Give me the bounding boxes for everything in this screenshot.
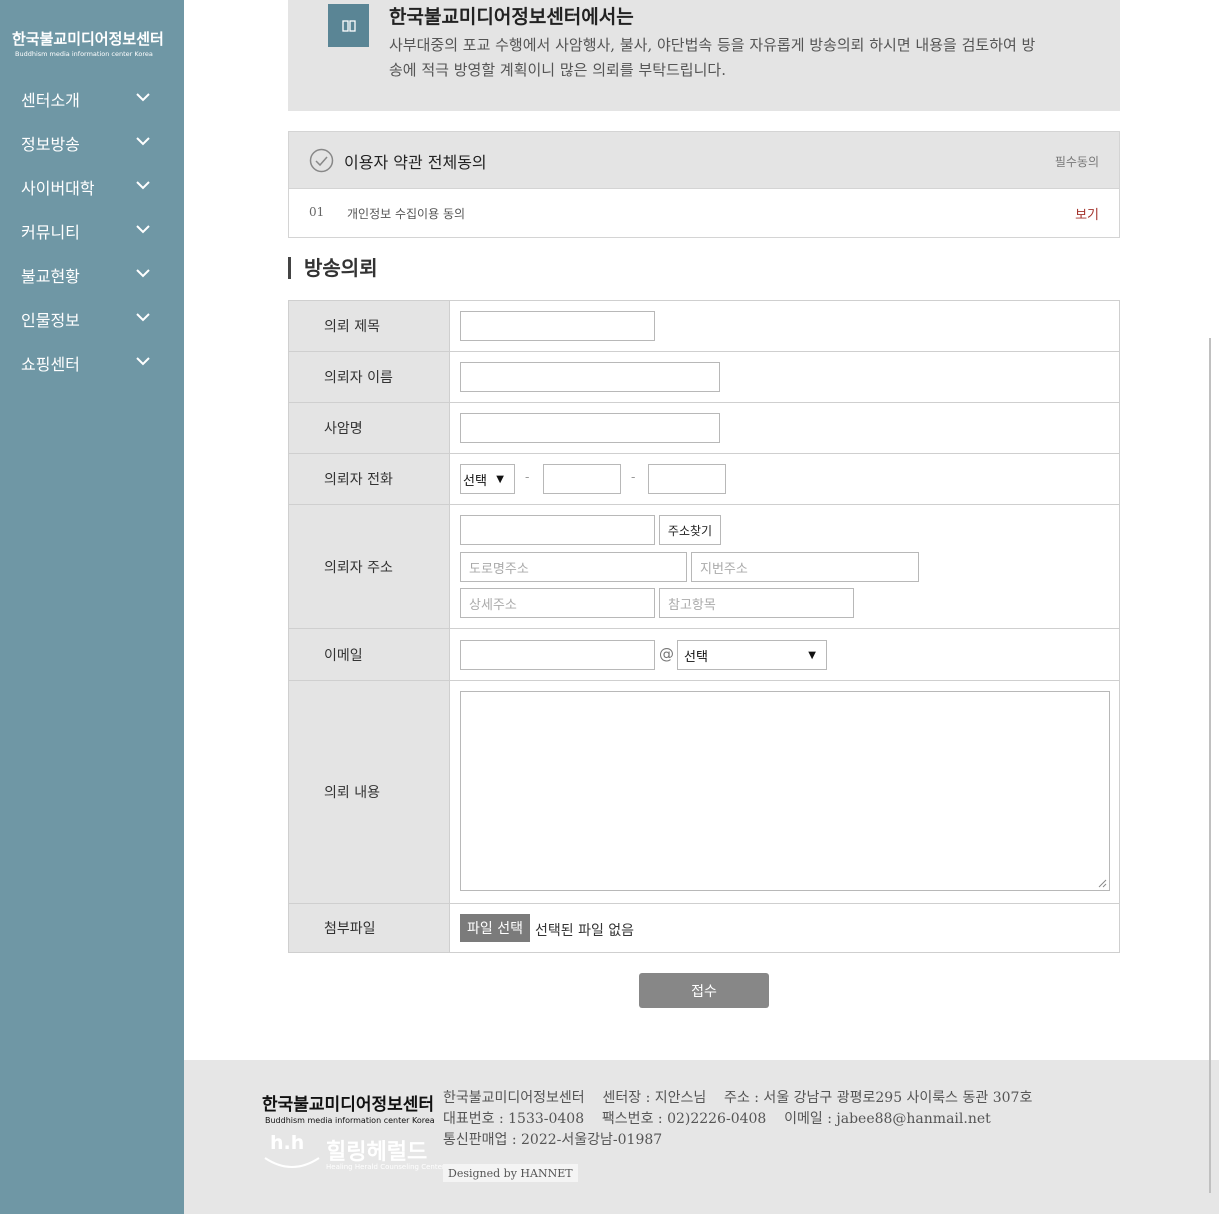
required-badge: 필수동의 — [1054, 155, 1099, 169]
detail-address-input[interactable]: 상세주소 — [460, 588, 655, 618]
footer-info: 한국불교미디어정보센터 센터장 : 지안스님 주소 : 서울 강남구 광평로29… — [443, 1088, 1032, 1151]
logo-korean: 한국불교미디어정보센터 — [12, 30, 164, 48]
chevron-down-icon — [136, 225, 150, 234]
choose-file-button[interactable]: 파일 선택 — [460, 914, 530, 942]
dropdown-arrow-icon: ▼ — [808, 650, 816, 661]
footer-line: 대표번호 : 1533-0408 팩스번호 : 02)2226-0408 이메일… — [443, 1111, 991, 1127]
phone-prefix-select[interactable]: 선택 ▼ — [460, 464, 515, 494]
sidebar: 한국불교미디어정보센터 Buddhism media information c… — [0, 0, 184, 1214]
form-row-email: 이메일 @ 선택 ▼ — [289, 629, 1119, 681]
agree-all-label: 이용자 약관 전체동의 — [344, 153, 487, 172]
file-status: 선택된 파일 없음 — [535, 923, 635, 939]
section-title: 방송의뢰 — [288, 257, 378, 279]
nav-item-people[interactable]: 인물정보 — [0, 297, 184, 341]
nav-item-label: 정보방송 — [21, 135, 80, 154]
phone-last-input[interactable] — [648, 464, 726, 494]
form-row-content: 의뢰 내용 — [289, 681, 1119, 904]
intro-text: 사부대중의 포교 수행에서 사암행사, 불사, 야단법속 등을 자유롭게 방송의… — [389, 36, 1036, 79]
logo-english: Buddhism media information center Korea — [15, 50, 153, 58]
footer-line: 한국불교미디어정보센터 센터장 : 지안스님 주소 : 서울 강남구 광평로29… — [443, 1090, 1033, 1106]
name-input[interactable] — [460, 362, 720, 392]
agree-item-number: 01 — [309, 205, 325, 219]
chevron-down-icon — [136, 357, 150, 366]
form-row-subject: 의뢰 제목 — [289, 301, 1119, 352]
chevron-down-icon — [136, 93, 150, 102]
intro-box: 한국불교미디어정보센터에서는 사부대중의 포교 수행에서 사암행사, 불사, 야… — [288, 0, 1120, 111]
content-label: 의뢰 내용 — [289, 681, 450, 903]
nav-item-cyber-univ[interactable]: 사이버대학 — [0, 165, 184, 209]
road-address-input[interactable]: 도로명주소 — [460, 552, 687, 582]
email-id-input[interactable] — [460, 640, 655, 670]
nav-item-label: 커뮤니티 — [21, 223, 80, 242]
chevron-down-icon — [136, 181, 150, 190]
scrollbar[interactable] — [1209, 338, 1211, 1193]
resize-handle-icon[interactable] — [1098, 879, 1107, 888]
submit-button[interactable]: 접수 — [639, 973, 769, 1008]
footer-logo: 한국불교미디어정보센터 Buddhism media information c… — [262, 1090, 435, 1125]
subject-input[interactable] — [460, 311, 655, 341]
chevron-down-icon — [136, 313, 150, 322]
nav-item-label: 센터소개 — [21, 91, 80, 110]
agree-item-label: 개인정보 수집이용 동의 — [347, 207, 466, 221]
form-row-file: 첨부파일 파일 선택 선택된 파일 없음 — [289, 904, 1119, 953]
postcode-input[interactable] — [460, 515, 655, 545]
phone-prefix-value: 선택 — [463, 473, 487, 489]
nav-item-community[interactable]: 커뮤니티 — [0, 209, 184, 253]
extra-address-input[interactable]: 참고항목 — [659, 588, 854, 618]
temple-label: 사암명 — [289, 403, 450, 453]
nav-item-center[interactable]: 센터소개 — [0, 77, 184, 121]
content-textarea[interactable] — [460, 691, 1110, 891]
book-icon — [328, 4, 369, 47]
partner-logo: h.h 힐링헤럴드 Healing Herald Counseling Cent… — [262, 1132, 445, 1176]
partner-mark: h.h — [270, 1132, 305, 1154]
nav-item-shop[interactable]: 쇼핑센터 — [0, 341, 184, 385]
nav-item-label: 쇼핑센터 — [21, 355, 80, 374]
nav-item-status[interactable]: 불교현황 — [0, 253, 184, 297]
nav-item-label: 인물정보 — [21, 311, 80, 330]
nav-item-broadcast[interactable]: 정보방송 — [0, 121, 184, 165]
phone-label: 의뢰자 전화 — [289, 454, 450, 504]
email-label: 이메일 — [289, 629, 450, 680]
request-form: 의뢰 제목 의뢰자 이름 사암명 의뢰자 전화 선택 ▼ - - 의뢰자 주소 — [288, 300, 1120, 953]
nav-item-label: 불교현황 — [21, 267, 80, 286]
address-label: 의뢰자 주소 — [289, 505, 450, 628]
footer: 한국불교미디어정보센터 Buddhism media information c… — [184, 1060, 1219, 1214]
partner-name-english: Healing Herald Counseling Center — [326, 1163, 445, 1171]
phone-dash: - — [525, 470, 530, 485]
agree-item-row: 01 개인정보 수집이용 동의 보기 — [289, 189, 1119, 237]
subject-label: 의뢰 제목 — [289, 301, 450, 351]
email-at-sign: @ — [659, 645, 674, 663]
form-row-phone: 의뢰자 전화 선택 ▼ - - — [289, 454, 1119, 505]
chevron-down-icon — [136, 137, 150, 146]
footer-logo-english: Buddhism media information center Korea — [265, 1116, 435, 1125]
partner-name: 힐링헤럴드 — [326, 1140, 428, 1165]
footer-logo-korean: 한국불교미디어정보센터 — [262, 1095, 435, 1115]
phone-middle-input[interactable] — [543, 464, 621, 494]
designed-by[interactable]: Designed by HANNET — [443, 1164, 578, 1182]
name-label: 의뢰자 이름 — [289, 352, 450, 402]
agree-all-row[interactable]: 이용자 약관 전체동의 필수동의 — [289, 132, 1119, 189]
intro-title: 한국불교미디어정보센터에서는 — [389, 6, 634, 28]
main-nav: 센터소개 정보방송 사이버대학 커뮤니티 불교현황 인물정보 쇼핑센터 — [0, 77, 184, 385]
email-domain-value: 선택 — [684, 649, 708, 665]
phone-dash: - — [631, 470, 636, 485]
dropdown-arrow-icon: ▼ — [496, 474, 504, 485]
terms-agreement: 이용자 약관 전체동의 필수동의 01 개인정보 수집이용 동의 보기 — [288, 131, 1120, 238]
site-logo[interactable]: 한국불교미디어정보센터 Buddhism media information c… — [12, 28, 164, 58]
nav-item-label: 사이버대학 — [21, 179, 95, 198]
check-circle-icon[interactable] — [309, 148, 334, 173]
jibun-address-input[interactable]: 지번주소 — [691, 552, 919, 582]
view-terms-link[interactable]: 보기 — [1075, 204, 1099, 223]
temple-input[interactable] — [460, 413, 720, 443]
file-label: 첨부파일 — [289, 904, 450, 952]
email-domain-select[interactable]: 선택 ▼ — [677, 640, 827, 670]
form-row-name: 의뢰자 이름 — [289, 352, 1119, 403]
find-address-button[interactable]: 주소찾기 — [659, 515, 721, 545]
footer-line: 통신판매업 : 2022-서울강남-01987 — [443, 1132, 663, 1148]
form-row-address: 의뢰자 주소 주소찾기 도로명주소 지번주소 상세주소 참고항목 — [289, 505, 1119, 629]
chevron-down-icon — [136, 269, 150, 278]
form-row-temple: 사암명 — [289, 403, 1119, 454]
